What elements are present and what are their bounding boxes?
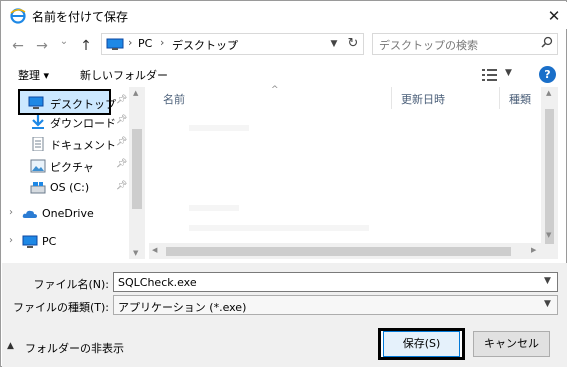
close-icon[interactable]: ✕ bbox=[542, 4, 566, 28]
sidebar-item-documents[interactable]: ドキュメント 📌︎ bbox=[2, 133, 130, 155]
search-icon[interactable] bbox=[539, 36, 555, 52]
sidebar-item-downloads[interactable]: ダウンロード 📌︎ bbox=[2, 111, 130, 133]
chevron-right-icon[interactable]: › bbox=[9, 235, 13, 246]
column-divider[interactable] bbox=[499, 87, 500, 109]
help-icon[interactable]: ? bbox=[539, 66, 556, 83]
scroll-down-icon[interactable]: ▼ bbox=[133, 249, 138, 257]
filename-value[interactable]: SQLCheck.exe bbox=[118, 276, 197, 289]
scroll-down-icon[interactable]: ▼ bbox=[546, 231, 551, 239]
column-header-name[interactable]: 名前 bbox=[163, 91, 185, 107]
back-arrow-icon[interactable]: ← bbox=[9, 37, 27, 55]
pc-icon bbox=[22, 235, 38, 249]
sidebar-item-pc[interactable]: › PC bbox=[2, 231, 130, 253]
view-options-icon[interactable] bbox=[482, 68, 498, 82]
chevron-down-icon[interactable]: ▼ bbox=[544, 299, 551, 309]
hide-folders-toggle[interactable]: フォルダーの非表示 bbox=[25, 340, 124, 356]
save-as-dialog: 名前を付けて保存 ✕ ← → ⌄ ↑ › PC › デスクトップ › ▼ ↻ デ… bbox=[0, 0, 567, 367]
filename-label: ファイル名(N): bbox=[33, 278, 109, 291]
filetype-label: ファイルの種類(T): bbox=[12, 301, 109, 314]
sidebar-item-label: ピクチャ bbox=[50, 161, 94, 174]
toolbar: 整理 ▾ 新しいフォルダー ▼ ? bbox=[2, 63, 567, 87]
chevron-up-icon[interactable]: ▲ bbox=[7, 341, 14, 351]
navigation-pane: デスクトップ 📌︎ ダウンロード 📌︎ ドキュメント 📌︎ ピクチャ 📌︎ OS… bbox=[2, 87, 145, 259]
column-header-modified[interactable]: 更新日時 bbox=[401, 91, 445, 107]
column-header-type[interactable]: 種類 bbox=[509, 91, 531, 107]
pin-icon: 📌︎ bbox=[116, 137, 128, 147]
faded-row-placeholder bbox=[189, 125, 249, 131]
chevron-right-icon[interactable]: › bbox=[9, 207, 13, 218]
pin-icon: 📌︎ bbox=[116, 159, 128, 169]
sidebar-item-label: ダウンロード bbox=[50, 117, 116, 130]
scroll-left-icon[interactable]: ◀ bbox=[152, 246, 157, 254]
view-dropdown-icon[interactable]: ▼ bbox=[505, 68, 512, 78]
window-title: 名前を付けて保存 bbox=[32, 10, 129, 24]
download-icon bbox=[30, 115, 46, 129]
forward-arrow-icon[interactable]: → bbox=[33, 37, 51, 55]
sidebar-item-label: OS (C:) bbox=[50, 181, 90, 194]
faded-row-placeholder bbox=[189, 205, 239, 211]
cloud-icon bbox=[22, 207, 38, 221]
chevron-right-icon[interactable]: › bbox=[128, 36, 132, 49]
desktop-icon bbox=[28, 96, 44, 110]
document-icon bbox=[30, 136, 46, 152]
chevron-down-icon[interactable]: ▼ bbox=[544, 276, 551, 286]
horizontal-scrollbar-thumb[interactable] bbox=[166, 247, 511, 256]
address-bar[interactable]: › PC › デスクトップ › bbox=[101, 33, 364, 55]
organize-menu[interactable]: 整理 ▾ bbox=[18, 67, 49, 83]
new-folder-button[interactable]: 新しいフォルダー bbox=[80, 67, 168, 83]
pc-icon bbox=[106, 38, 124, 50]
search-input[interactable]: デスクトップの検索 bbox=[372, 33, 558, 55]
up-arrow-icon[interactable]: ↑ bbox=[77, 37, 95, 55]
address-dropdown-icon[interactable]: ▼ bbox=[327, 37, 341, 51]
chevron-right-icon[interactable]: › bbox=[160, 36, 164, 49]
file-list: ^ 名前 更新日時 種類 bbox=[149, 85, 559, 259]
pin-icon: 📌︎ bbox=[116, 95, 128, 105]
picture-icon bbox=[30, 159, 46, 173]
navigation-scrollbar-thumb[interactable] bbox=[132, 129, 142, 209]
title-bar: 名前を付けて保存 ✕ bbox=[2, 2, 567, 29]
breadcrumb-desktop[interactable]: デスクトップ bbox=[172, 37, 238, 53]
column-divider[interactable] bbox=[391, 87, 392, 109]
save-button[interactable]: 保存(S) bbox=[383, 331, 460, 357]
save-button-highlight: 保存(S) bbox=[378, 328, 465, 360]
sidebar-item-os-c[interactable]: OS (C:) 📌︎ bbox=[2, 177, 130, 199]
filetype-select[interactable]: アプリケーション (*.exe) ▼ bbox=[113, 295, 558, 315]
recent-locations-icon[interactable]: ⌄ bbox=[55, 33, 73, 51]
sidebar-item-onedrive[interactable]: › OneDrive bbox=[2, 203, 130, 225]
app-icon bbox=[10, 8, 26, 24]
sidebar-item-pictures[interactable]: ピクチャ 📌︎ bbox=[2, 155, 130, 177]
file-list-scrollbar-thumb[interactable] bbox=[545, 109, 554, 244]
pin-icon: 📌︎ bbox=[116, 181, 128, 191]
scroll-up-icon[interactable]: ▲ bbox=[133, 89, 138, 97]
sidebar-item-label: ドキュメント bbox=[50, 139, 116, 152]
faded-row-placeholder bbox=[189, 225, 369, 231]
sidebar-item-label: PC bbox=[42, 235, 57, 248]
filetype-value: アプリケーション (*.exe) bbox=[118, 301, 247, 314]
pin-icon: 📌︎ bbox=[116, 115, 128, 125]
sort-ascending-icon: ^ bbox=[271, 85, 279, 95]
scroll-up-icon[interactable]: ▲ bbox=[546, 89, 551, 97]
cancel-button[interactable]: キャンセル bbox=[473, 331, 550, 357]
drive-icon bbox=[30, 181, 46, 195]
sidebar-item-label: デスクトップ bbox=[50, 98, 116, 111]
chevron-right-icon[interactable]: › bbox=[232, 36, 236, 49]
scroll-right-icon[interactable]: ▶ bbox=[531, 246, 536, 254]
search-placeholder: デスクトップの検索 bbox=[379, 39, 478, 52]
refresh-icon[interactable]: ↻ bbox=[343, 34, 363, 54]
breadcrumb-pc[interactable]: PC bbox=[138, 37, 152, 50]
filename-field[interactable]: SQLCheck.exe ▼ bbox=[113, 272, 558, 292]
sidebar-item-label: OneDrive bbox=[42, 207, 94, 220]
